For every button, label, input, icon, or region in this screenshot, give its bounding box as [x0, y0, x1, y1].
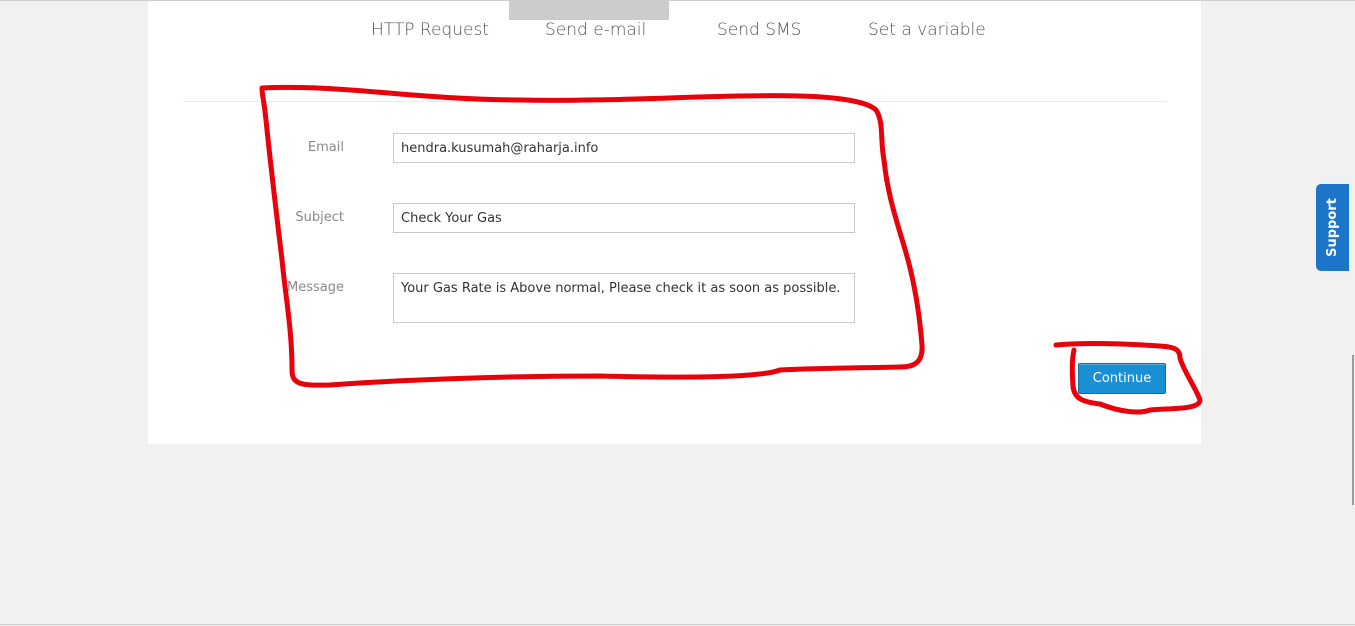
page-viewport: HTTP Request Send e-mail Send SMS Set a … [0, 0, 1355, 626]
message-textarea[interactable]: Your Gas Rate is Above normal, Please ch… [393, 273, 855, 323]
email-field[interactable]: hendra.kusumah@raharja.info [393, 133, 855, 163]
tab-set-variable[interactable]: Set a variable [868, 20, 986, 40]
message-label: Message [287, 280, 344, 295]
tab-http-request[interactable]: HTTP Request [371, 20, 489, 40]
continue-button[interactable]: Continue [1078, 363, 1166, 394]
divider [183, 101, 1167, 102]
active-tab-indicator [509, 1, 669, 20]
subject-field[interactable]: Check Your Gas [393, 203, 855, 233]
action-panel: HTTP Request Send e-mail Send SMS Set a … [148, 1, 1201, 444]
email-label: Email [307, 140, 344, 155]
support-tab[interactable]: Support [1316, 184, 1349, 271]
subject-label: Subject [295, 210, 344, 225]
bottom-border [0, 624, 1355, 625]
tab-send-sms[interactable]: Send SMS [717, 20, 801, 40]
scrollbar-thumb[interactable] [1352, 355, 1354, 505]
support-label: Support [1325, 198, 1341, 257]
tab-send-email[interactable]: Send e-mail [545, 20, 646, 40]
